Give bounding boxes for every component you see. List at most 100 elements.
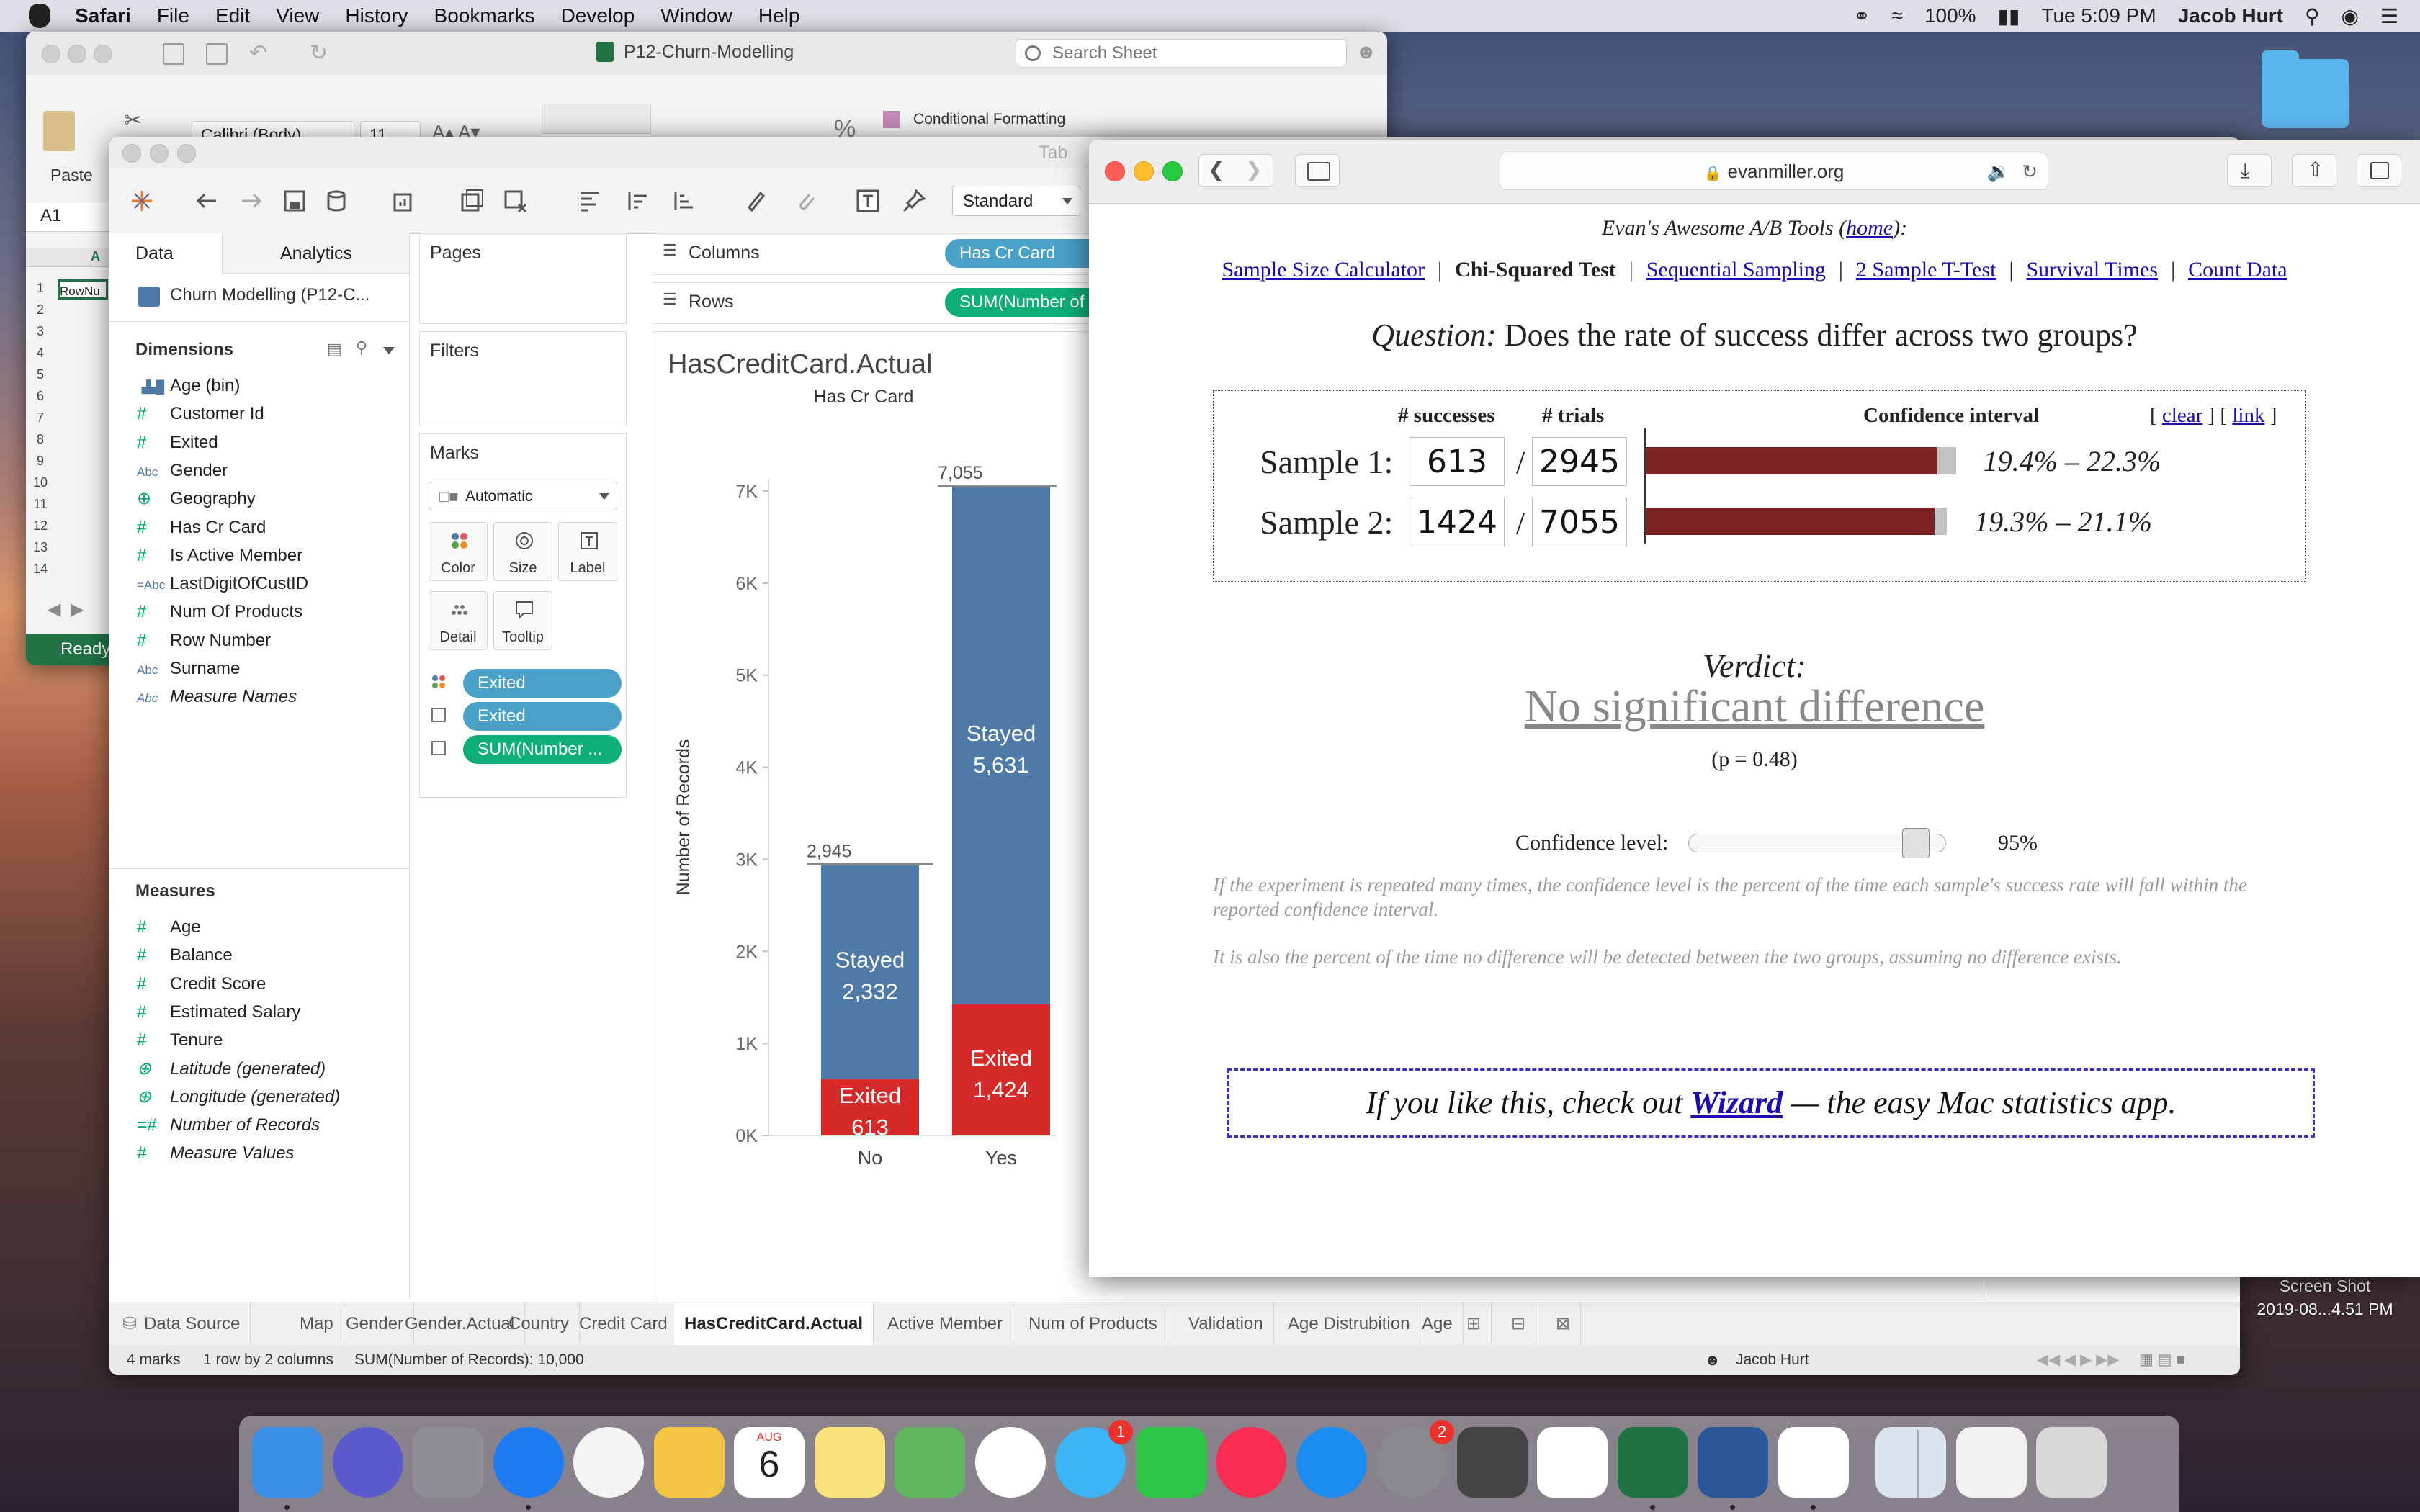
field-item[interactable]: # Has Cr Card xyxy=(137,513,266,542)
row-number[interactable]: 9 xyxy=(26,454,55,469)
clock[interactable]: Tue 5:09 PM xyxy=(2041,4,2156,27)
audio-icon[interactable]: 🔉 xyxy=(1987,153,2010,189)
menu-view[interactable]: View xyxy=(276,4,319,27)
confidence-slider-thumb[interactable] xyxy=(1901,828,1930,858)
cell-reference[interactable]: A1 xyxy=(40,206,61,226)
field-item[interactable]: ⊕ Geography xyxy=(137,485,256,513)
row-number[interactable]: 6 xyxy=(26,389,55,404)
field-item[interactable]: # Measure Values xyxy=(137,1139,295,1168)
field-item[interactable]: # Age xyxy=(137,913,201,942)
wifi-icon[interactable]: ≈ xyxy=(1892,4,1903,27)
field-item[interactable]: Abc Gender xyxy=(137,456,228,485)
sheet-nav-arrows[interactable]: ◀◀ ◀ ▶ ▶▶ xyxy=(2037,1345,2119,1375)
tableau-zoom-button[interactable] xyxy=(177,144,196,163)
successes-input[interactable]: 613 xyxy=(1410,437,1505,486)
field-item[interactable]: # Num Of Products xyxy=(137,598,302,626)
safari-dock-icon[interactable] xyxy=(493,1427,564,1498)
redo-icon[interactable]: ↻ xyxy=(310,40,328,66)
search-sheet-input[interactable]: Search Sheet xyxy=(1016,39,1347,66)
sidebar-toggle-icon[interactable] xyxy=(163,43,184,65)
launchpad-dock-icon[interactable] xyxy=(413,1427,483,1498)
field-item[interactable]: ⊕ Longitude (generated) xyxy=(137,1083,340,1112)
conditional-formatting-button[interactable]: Conditional Formatting xyxy=(913,111,1065,128)
menu-window[interactable]: Window xyxy=(660,4,732,27)
menu-help[interactable]: Help xyxy=(758,4,800,27)
row-number[interactable]: 11 xyxy=(26,497,55,512)
row-number[interactable]: 5 xyxy=(26,367,55,382)
facetime-dock-icon[interactable] xyxy=(1135,1427,1206,1498)
spotlight-icon[interactable]: ⚲ xyxy=(2305,4,2320,28)
finder-dock-icon[interactable] xyxy=(252,1427,323,1498)
verdict-text[interactable]: No significant difference xyxy=(1089,680,2420,733)
minimize-button[interactable] xyxy=(68,45,86,63)
close-button[interactable] xyxy=(1105,161,1125,181)
menu-edit[interactable]: Edit xyxy=(215,4,250,27)
save-icon[interactable] xyxy=(206,43,228,65)
save-icon[interactable] xyxy=(282,189,307,213)
successes-input[interactable]: 1424 xyxy=(1410,498,1505,546)
siri-icon[interactable]: ◉ xyxy=(2341,4,2358,28)
excel-dock-icon[interactable] xyxy=(1617,1427,1688,1498)
field-item[interactable]: # Estimated Salary xyxy=(137,998,300,1027)
color-button[interactable]: Color xyxy=(429,522,488,581)
screenshot-dock-icon[interactable] xyxy=(1955,1427,2027,1498)
wizard-link[interactable]: Wizard xyxy=(1690,1085,1783,1120)
filters-shelf[interactable]: Filters xyxy=(419,331,627,426)
find-field-icon[interactable]: ⚲ xyxy=(356,338,367,357)
notification-center-icon[interactable]: ☰ xyxy=(2380,4,2398,28)
sort-descending-icon[interactable] xyxy=(671,189,696,213)
sidebar-button[interactable] xyxy=(1295,154,1340,187)
sheet-tab[interactable]: Age xyxy=(1412,1302,1464,1346)
column-header-a[interactable]: A xyxy=(91,249,100,264)
row-number[interactable]: 12 xyxy=(26,518,55,534)
forward-arrow-icon[interactable] xyxy=(239,189,264,213)
system-preferences-dock-icon[interactable]: 2 xyxy=(1376,1420,1454,1498)
tabs-overview-button[interactable] xyxy=(2357,154,2401,187)
sheet-tab[interactable]: Validation xyxy=(1178,1302,1274,1346)
sheet-tab[interactable]: Age Distrubition xyxy=(1278,1302,1421,1346)
rocket-dock-icon[interactable] xyxy=(1456,1427,1528,1498)
tab-analytics[interactable]: Analytics xyxy=(222,233,409,274)
home-link[interactable]: home xyxy=(1846,216,1893,240)
permalink-link[interactable]: link xyxy=(2232,404,2264,427)
field-item[interactable]: # Customer Id xyxy=(137,400,264,428)
nav-link[interactable]: Sequential Sampling xyxy=(1646,258,1826,282)
reload-icon[interactable]: ↻ xyxy=(2022,153,2038,189)
marks-pill-sum-records[interactable]: SUM(Number ... xyxy=(463,735,622,764)
duplicate-sheet-icon[interactable] xyxy=(460,189,484,213)
marks-pill-exited-label[interactable]: Exited xyxy=(463,702,622,731)
back-chevron-icon[interactable]: ❮ xyxy=(1208,158,1224,181)
trials-input[interactable]: 7055 xyxy=(1532,498,1627,546)
sheet-tab[interactable]: HasCreditCard.Actual xyxy=(674,1302,874,1346)
swap-rows-columns-icon[interactable] xyxy=(578,189,602,213)
field-item[interactable]: ⊕ Latitude (generated) xyxy=(137,1055,326,1084)
row-number[interactable]: 2 xyxy=(26,302,55,318)
share-user-icon[interactable]: ☻ xyxy=(1355,40,1376,63)
field-item[interactable]: Abc Measure Names xyxy=(137,683,297,711)
calendar-dock-icon[interactable]: AUG 6 xyxy=(734,1427,805,1498)
field-item[interactable]: ▗▙█ Age (bin) xyxy=(137,372,240,400)
menu-app-safari[interactable]: Safari xyxy=(75,4,131,27)
numbers-chart-dock-icon[interactable] xyxy=(1537,1427,1608,1498)
field-item[interactable]: # Balance xyxy=(137,941,233,970)
photos-dock-icon[interactable] xyxy=(974,1427,1046,1498)
nav-link[interactable]: Survival Times xyxy=(2027,258,2159,282)
size-button[interactable]: Size xyxy=(493,522,552,581)
new-story-tab-icon[interactable]: ⊠ xyxy=(1546,1302,1582,1346)
highlight-icon[interactable] xyxy=(743,189,768,213)
dimensions-menu-chevron-icon[interactable] xyxy=(383,347,395,354)
menu-bookmarks[interactable]: Bookmarks xyxy=(434,4,535,27)
sheet-tab[interactable]: Active Member xyxy=(877,1302,1014,1346)
desktop-folder-icon[interactable] xyxy=(2262,50,2349,128)
field-item[interactable]: # Is Active Member xyxy=(137,541,302,570)
mark-type-select[interactable]: □■ Automatic xyxy=(429,482,617,510)
nav-link[interactable]: 2 Sample T-Test xyxy=(1856,258,1996,282)
field-item[interactable]: =Abc LastDigitOfCustID xyxy=(137,570,308,598)
view-mode-icons[interactable]: ▦ ▤ ■ xyxy=(2139,1345,2185,1375)
paste-label[interactable]: Paste xyxy=(50,166,93,185)
undo-icon[interactable]: ↶ xyxy=(249,40,267,66)
menu-history[interactable]: History xyxy=(345,4,408,27)
messages-dock-icon[interactable]: 1 xyxy=(1055,1420,1133,1498)
menu-develop[interactable]: Develop xyxy=(561,4,635,27)
row-number[interactable]: 1 xyxy=(26,281,55,296)
